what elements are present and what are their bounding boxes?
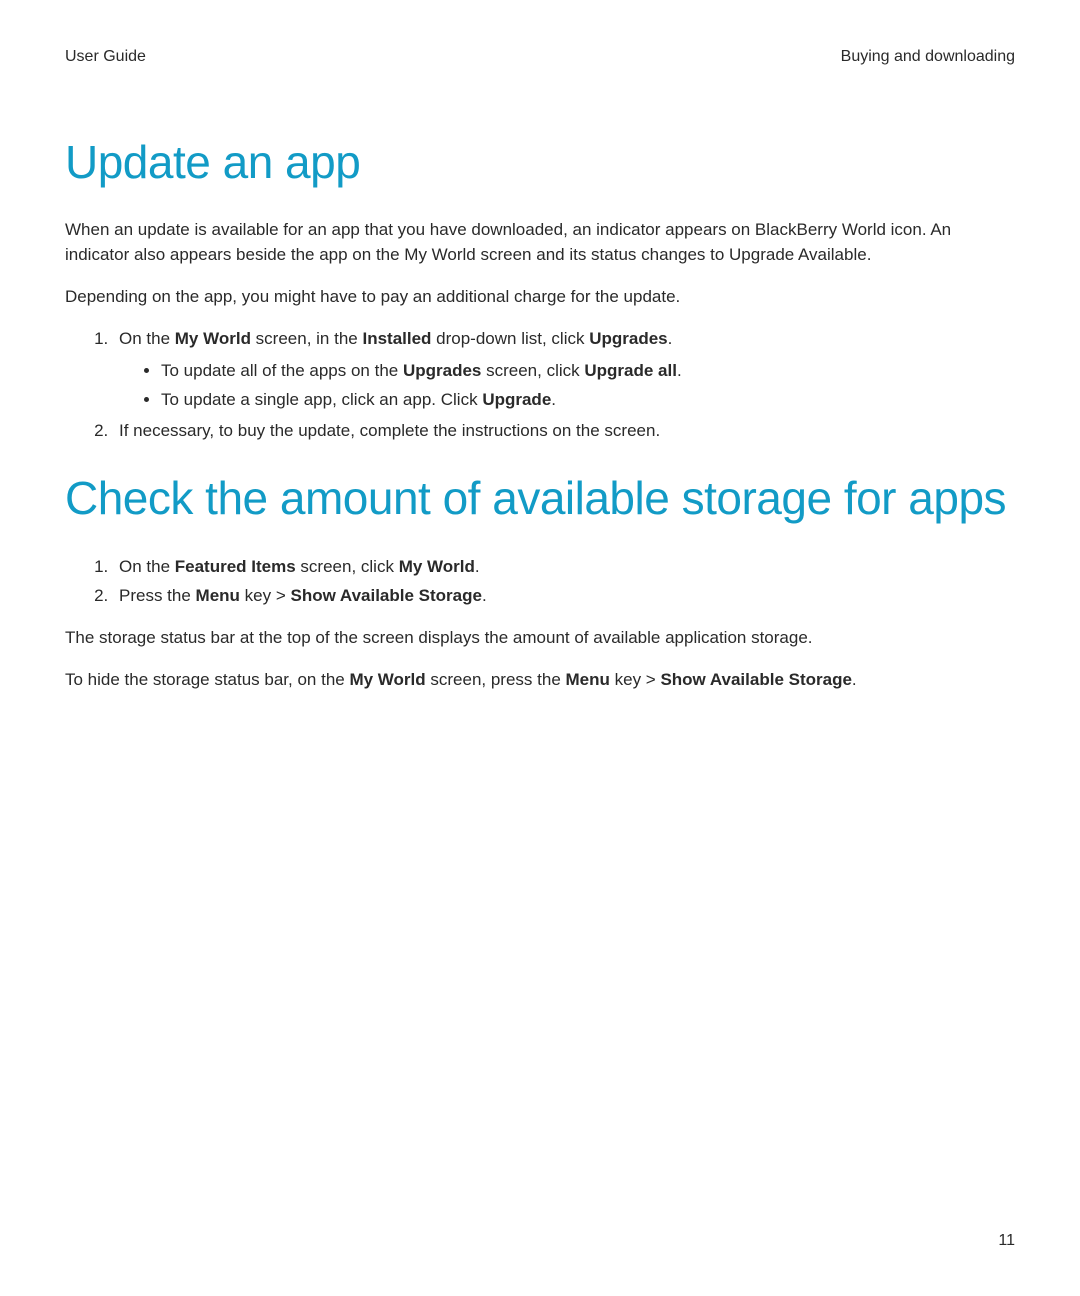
text: . xyxy=(677,361,682,380)
bold: My World xyxy=(349,670,425,689)
section1-para1: When an update is available for an app t… xyxy=(65,217,1015,268)
text: On the xyxy=(119,557,175,576)
section1-bullet2: To update a single app, click an app. Cl… xyxy=(161,386,1015,413)
page-number: 11 xyxy=(998,1232,1015,1250)
text: . xyxy=(668,329,673,348)
section1-steps: On the My World screen, in the Installed… xyxy=(65,325,1015,444)
section1-step1: On the My World screen, in the Installed… xyxy=(113,325,1015,413)
bold: Menu xyxy=(196,586,240,605)
bold: Upgrade all xyxy=(584,361,677,380)
section1-para2: Depending on the app, you might have to … xyxy=(65,284,1015,310)
text: screen, click xyxy=(481,361,584,380)
text: To hide the storage status bar, on the xyxy=(65,670,349,689)
header-right: Buying and downloading xyxy=(841,48,1015,66)
section2-para2: To hide the storage status bar, on the M… xyxy=(65,667,1015,693)
text: key > xyxy=(610,670,661,689)
text: . xyxy=(482,586,487,605)
text: screen, click xyxy=(296,557,399,576)
bold: My World xyxy=(399,557,475,576)
text: To update a single app, click an app. Cl… xyxy=(161,390,482,409)
section2-para1: The storage status bar at the top of the… xyxy=(65,625,1015,651)
text: . xyxy=(475,557,480,576)
bold: Menu xyxy=(566,670,610,689)
section1-step2: If necessary, to buy the update, complet… xyxy=(113,417,1015,444)
bold: Upgrades xyxy=(403,361,481,380)
text: screen, press the xyxy=(426,670,566,689)
text: screen, in the xyxy=(251,329,363,348)
text: . xyxy=(852,670,857,689)
text: key > xyxy=(240,586,291,605)
section1-bullet1: To update all of the apps on the Upgrade… xyxy=(161,357,1015,384)
section1-title: Update an app xyxy=(65,136,1015,189)
text: . xyxy=(551,390,556,409)
text: Press the xyxy=(119,586,196,605)
bold: Installed xyxy=(362,329,431,348)
bold: Upgrade xyxy=(482,390,551,409)
bold: Upgrades xyxy=(589,329,667,348)
page-header: User Guide Buying and downloading xyxy=(65,48,1015,66)
text: To update all of the apps on the xyxy=(161,361,403,380)
text: On the xyxy=(119,329,175,348)
section2-step2: Press the Menu key > Show Available Stor… xyxy=(113,582,1015,609)
document-page: User Guide Buying and downloading Update… xyxy=(0,0,1080,1296)
section2-steps: On the Featured Items screen, click My W… xyxy=(65,553,1015,609)
section2-step1: On the Featured Items screen, click My W… xyxy=(113,553,1015,580)
bold: Show Available Storage xyxy=(660,670,851,689)
text: drop-down list, click xyxy=(431,329,589,348)
bold: Show Available Storage xyxy=(291,586,482,605)
section2-title: Check the amount of available storage fo… xyxy=(65,472,1015,525)
section1-substeps: To update all of the apps on the Upgrade… xyxy=(119,357,1015,413)
bold: Featured Items xyxy=(175,557,296,576)
header-left: User Guide xyxy=(65,48,146,66)
bold: My World xyxy=(175,329,251,348)
